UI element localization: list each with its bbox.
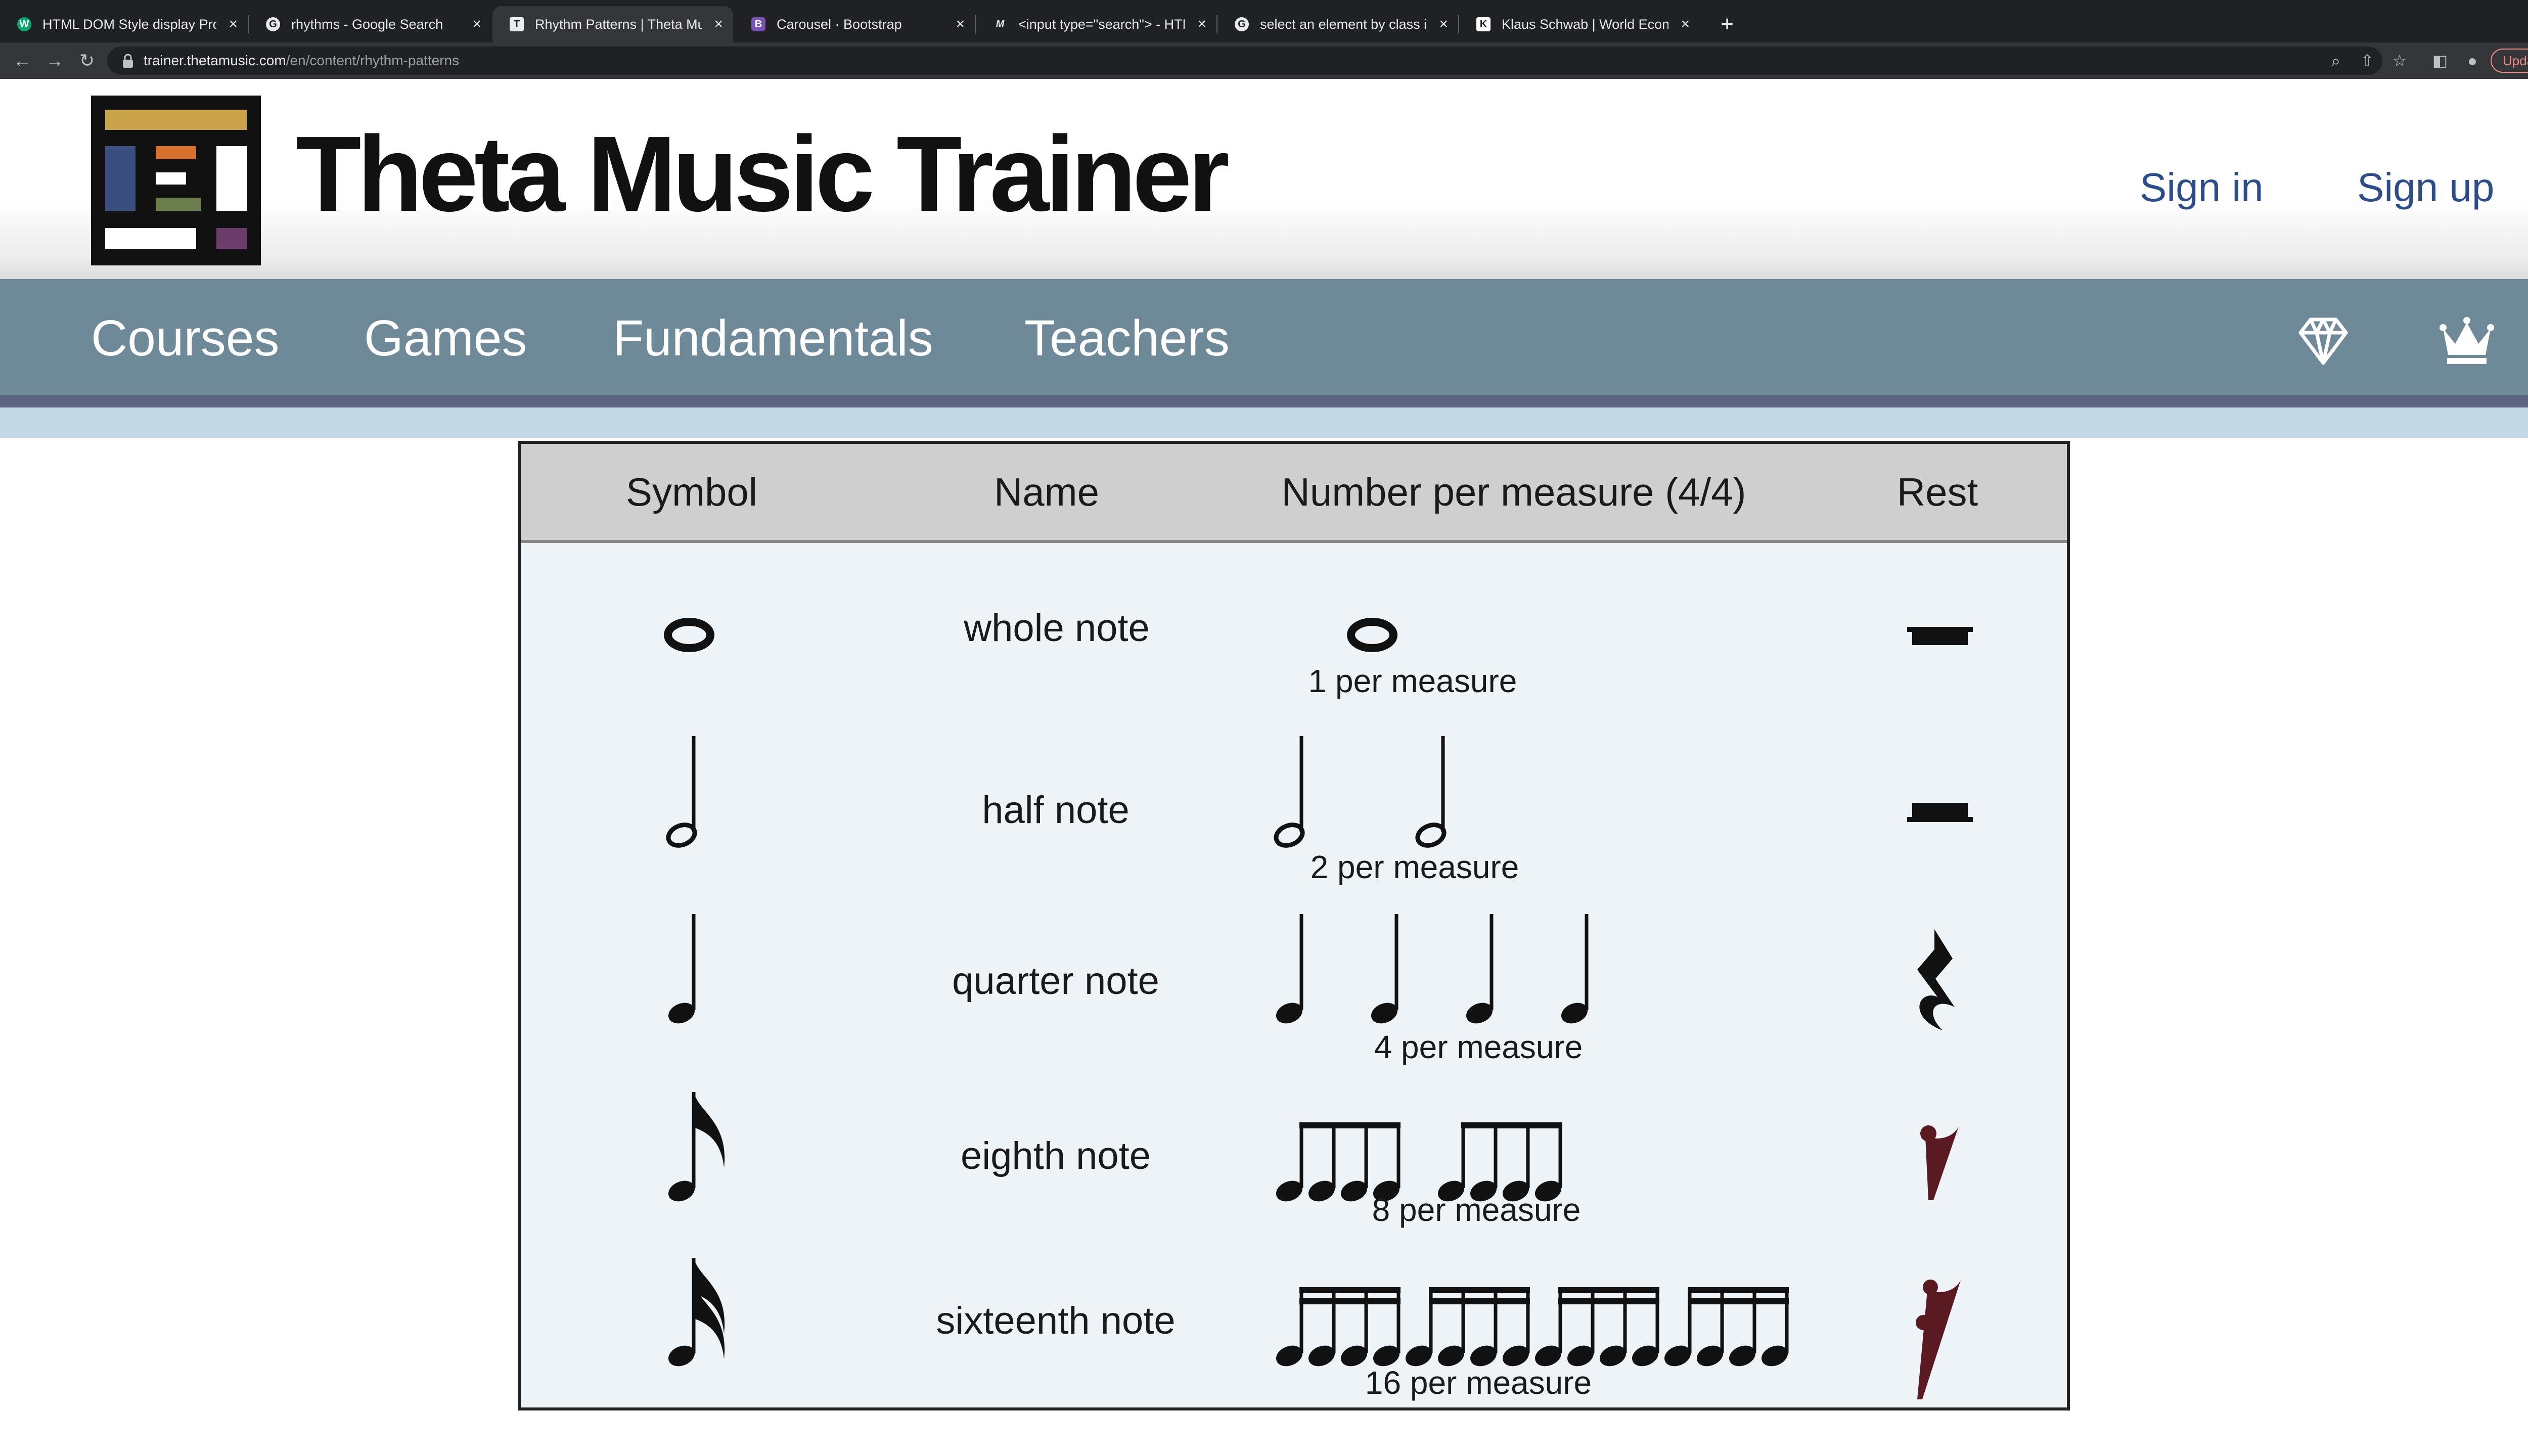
per-measure-label: 4 per measure — [1374, 1029, 1583, 1065]
note-name: quarter note — [952, 960, 1159, 1003]
whole-note-glyph — [1347, 618, 1397, 652]
per-measure-label: 1 per measure — [1308, 663, 1517, 699]
main-nav: Courses Games Fundamentals Teachers — [0, 279, 2528, 395]
rhythm-table-image: Symbol Name Number per measure (4/4) Res… — [518, 441, 2070, 1410]
sixteenth-group-beam — [1558, 1298, 1659, 1304]
half-rest-line — [1907, 817, 1973, 822]
side-panel-icon[interactable]: ◧ — [2429, 50, 2451, 72]
crown-icon[interactable] — [2439, 313, 2495, 369]
tab-title: select an element by class in j — [1260, 17, 1427, 32]
sign-in-link[interactable]: Sign in — [2140, 165, 2264, 210]
sixteenth-group-beam — [1688, 1287, 1789, 1293]
browser-tab[interactable]: G select an element by class in j × — [1217, 6, 1458, 42]
zoom-icon[interactable]: ⌕ — [2325, 50, 2347, 72]
browser-tab[interactable]: W HTML DOM Style display Prop × — [0, 6, 248, 42]
nav-teachers[interactable]: Teachers — [1024, 310, 1230, 366]
bootstrap-favicon-icon: B — [751, 17, 765, 31]
wef-favicon-icon: K — [1476, 17, 1491, 31]
browser-tab[interactable]: G rhythms - Google Search × — [249, 6, 491, 42]
url-host: trainer.thetamusic.com — [144, 53, 286, 68]
mdn-favicon-icon: M — [996, 19, 1005, 30]
close-icon[interactable]: × — [1439, 6, 1448, 42]
sixteenth-group-beam — [1429, 1298, 1530, 1304]
close-icon[interactable]: × — [714, 6, 723, 42]
bookmark-star-icon[interactable]: ☆ — [2388, 50, 2411, 72]
whole-note-glyph — [664, 618, 714, 652]
note-name: half note — [982, 789, 1130, 832]
nav-games[interactable]: Games — [364, 310, 527, 366]
eighth-note-flag — [694, 1092, 725, 1168]
nav-courses[interactable]: Courses — [91, 310, 279, 366]
update-label: Update — [2503, 53, 2528, 68]
reload-icon[interactable]: ↻ — [72, 42, 102, 79]
tab-title: rhythms - Google Search — [291, 17, 443, 32]
sixteenth-group-beam — [1299, 1287, 1401, 1293]
site-title[interactable]: Theta Music Trainer — [296, 120, 1230, 228]
url-path: /en/content/rhythm-patterns — [286, 53, 460, 68]
sixteenth-group-beam — [1688, 1298, 1789, 1304]
close-icon[interactable]: × — [229, 6, 238, 42]
sign-up-link[interactable]: Sign up — [2357, 165, 2494, 210]
address-bar[interactable]: trainer.thetamusic.com/en/content/rhythm… — [107, 47, 2382, 75]
per-measure-label: 16 per measure — [1365, 1364, 1592, 1401]
note-name: whole note — [964, 607, 1150, 650]
eighth-group-beam — [1461, 1122, 1562, 1128]
quarter-rest-glyph — [1917, 929, 1955, 1030]
google-favicon-icon: G — [1235, 17, 1249, 31]
nav-divider — [0, 395, 2528, 407]
google-favicon-icon: G — [266, 17, 280, 31]
half-rest-block — [1912, 803, 1968, 817]
per-measure-label: 8 per measure — [1372, 1192, 1581, 1228]
close-icon[interactable]: × — [1681, 6, 1690, 42]
url-text: trainer.thetamusic.com/en/content/rhythm… — [144, 47, 459, 75]
w3schools-favicon-icon: W — [17, 17, 31, 31]
browser-tab[interactable]: K Klaus Schwab | World Econom × — [1459, 6, 1700, 42]
nav-fundamentals[interactable]: Fundamentals — [613, 310, 933, 366]
note-name: sixteenth note — [936, 1299, 1176, 1342]
tab-title: Rhythm Patterns | Theta Music — [535, 17, 702, 32]
update-button[interactable]: Update⋮ — [2491, 49, 2528, 73]
browser-toolbar: ← → ↻ trainer.thetamusic.com/en/content/… — [0, 42, 2528, 79]
tab-title: <input type="search"> - HTML — [1018, 17, 1185, 32]
nav-subbar — [0, 407, 2528, 438]
browser-tab[interactable]: B Carousel · Bootstrap × — [734, 6, 975, 42]
close-icon[interactable]: × — [472, 6, 481, 42]
browser-tab-active[interactable]: T Rhythm Patterns | Theta Music × — [492, 6, 733, 42]
whole-rest-line — [1907, 627, 1973, 632]
close-icon[interactable]: × — [1197, 6, 1206, 42]
lock-icon — [123, 54, 133, 68]
new-tab-plus-icon[interactable]: + — [1709, 6, 1745, 42]
tab-title: HTML DOM Style display Prop — [42, 17, 216, 32]
sixteenth-group-beam — [1429, 1287, 1530, 1293]
sixteenth-group-beam — [1558, 1287, 1659, 1293]
sixteenth-rest-glyph — [1917, 1280, 1961, 1399]
tab-title: Carousel · Bootstrap — [777, 17, 902, 32]
tab-title: Klaus Schwab | World Econom — [1502, 17, 1668, 32]
close-icon[interactable]: × — [956, 6, 965, 42]
profile-avatar-icon[interactable]: ● — [2461, 50, 2484, 72]
note-name: eighth note — [960, 1134, 1151, 1177]
browser-tab[interactable]: M <input type="search"> - HTML × — [976, 6, 1216, 42]
whole-rest-block — [1912, 632, 1968, 645]
back-arrow-icon[interactable]: ← — [7, 42, 37, 79]
theta-logo-icon[interactable] — [91, 96, 261, 265]
per-measure-label: 2 per measure — [1310, 849, 1519, 885]
diamond-icon[interactable] — [2295, 313, 2351, 369]
site-header: Theta Music Trainer Sign in Sign up — [0, 79, 2528, 279]
theta-favicon-icon: T — [510, 17, 524, 31]
share-icon[interactable]: ⇧ — [2356, 50, 2378, 72]
forward-arrow-icon[interactable]: → — [39, 42, 70, 79]
browser-tab-bar: W HTML DOM Style display Prop × G rhythm… — [0, 0, 2528, 42]
note-symbols — [664, 618, 1973, 1399]
sixteenth-group-beam — [1299, 1298, 1401, 1304]
eighth-group-beam — [1299, 1122, 1401, 1128]
